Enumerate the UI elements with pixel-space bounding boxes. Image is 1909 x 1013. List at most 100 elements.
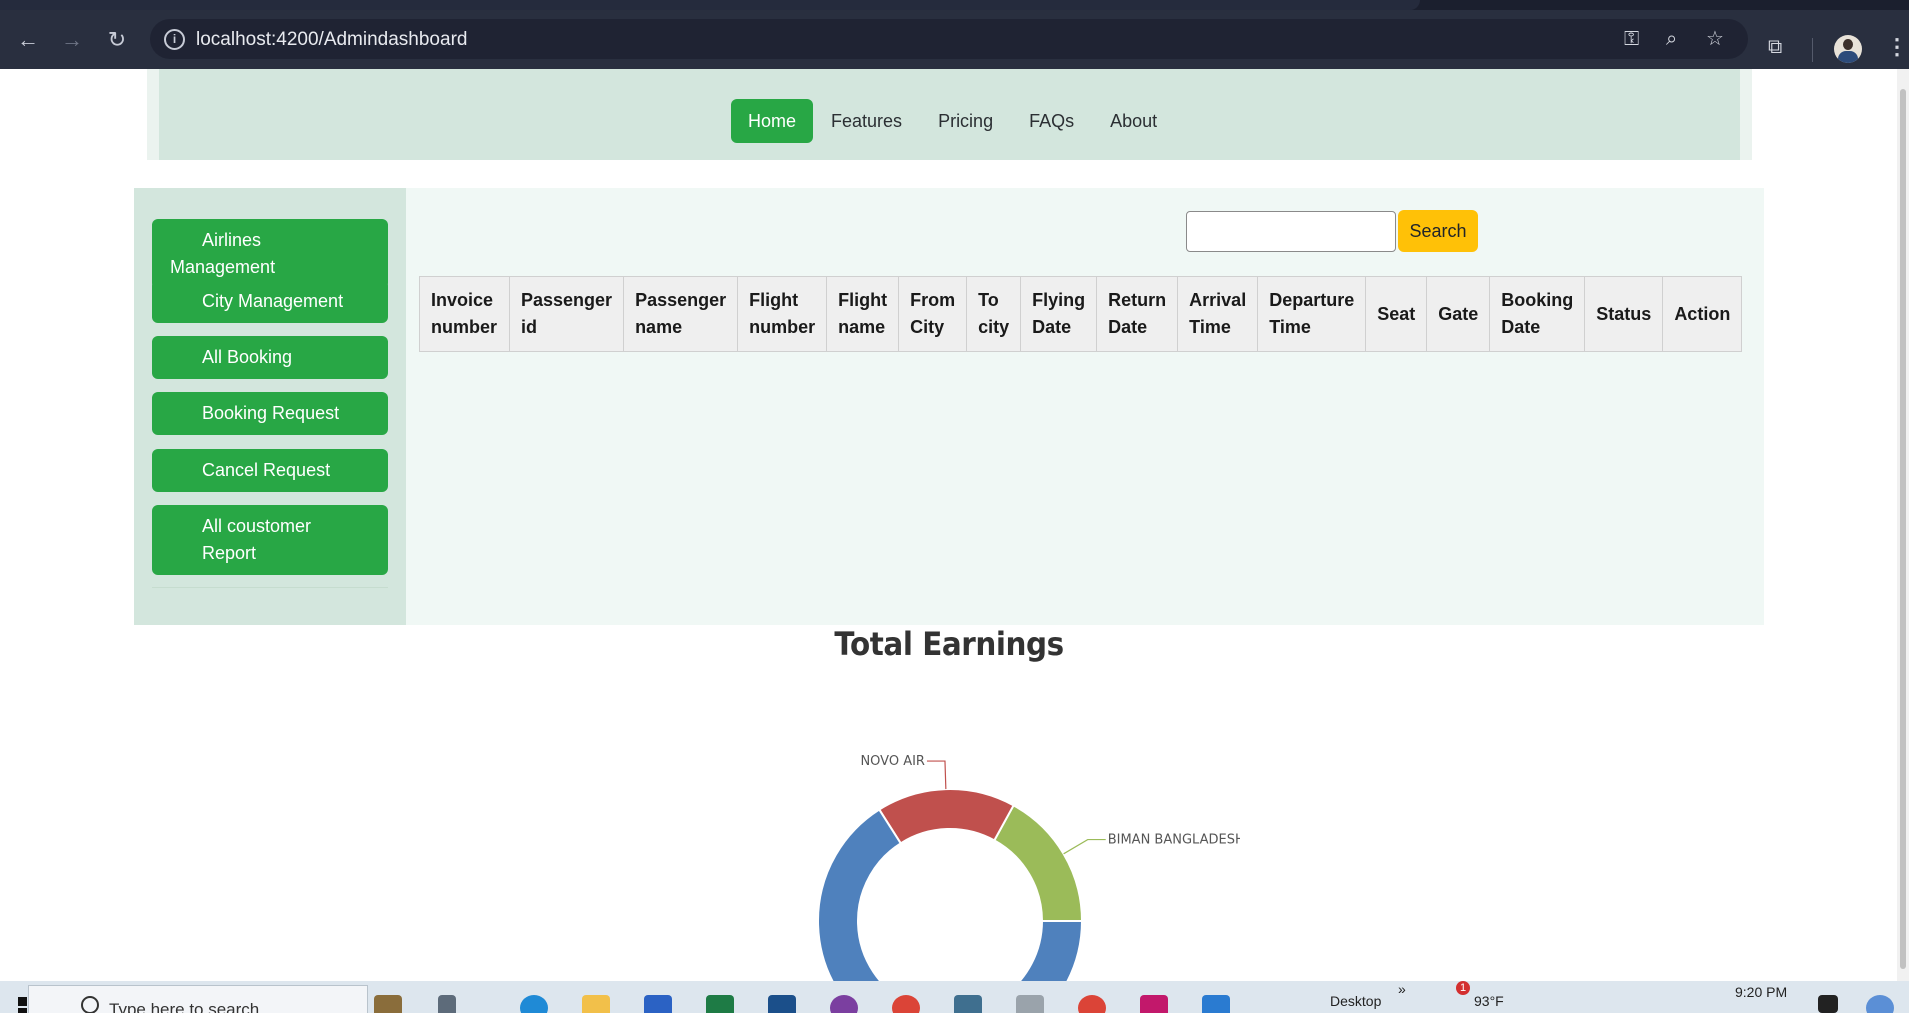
search-button[interactable]: Search [1398, 210, 1478, 252]
chart-title: Total Earnings [834, 625, 1064, 663]
column-header-text: number [749, 317, 816, 337]
table-header: Invoice number Passenger id Passenger name Fli… [419, 276, 1743, 352]
column-header: Booking Date [1489, 276, 1586, 352]
chart-slice-label: BIMAN BANGLADESH [1108, 833, 1240, 848]
column-header-text: name [838, 317, 886, 337]
column-header-text: Arrival [1189, 290, 1247, 310]
bookings-table: Invoice number Passenger id Passenger name Fli… [419, 276, 1743, 352]
column-header-text: From [910, 290, 956, 310]
address-bar[interactable]: i localhost:4200/Admindashboard ⚿ ⌕ ☆ [150, 19, 1748, 59]
reload-icon[interactable]: ↻ [103, 26, 131, 54]
scrollbar-thumb[interactable] [1900, 89, 1906, 969]
browser-menu-icon[interactable]: ⋮ [1886, 34, 1908, 60]
column-header: To city [966, 276, 1022, 352]
column-header: Action [1662, 276, 1743, 352]
taskbar-vscode-icon[interactable] [1202, 995, 1230, 1013]
taskbar-overflow-icon[interactable]: » [1398, 981, 1406, 997]
chart-slice[interactable] [992, 803, 1084, 922]
search-icon [81, 996, 99, 1013]
column-header: Return Date [1096, 276, 1179, 352]
dashboard-panel: Airlines Management City Management All … [134, 188, 1764, 625]
nav-about[interactable]: About [1092, 99, 1175, 143]
column-header-text: Time [1269, 317, 1311, 337]
taskbar-chrome2-icon[interactable] [1078, 995, 1106, 1013]
notifications-icon[interactable] [1818, 995, 1838, 1013]
taskbar-edge-icon[interactable] [520, 995, 548, 1013]
weather-temperature[interactable]: 93°F [1474, 993, 1504, 1009]
bookmark-star-icon[interactable]: ☆ [1706, 28, 1724, 50]
nav-faqs[interactable]: FAQs [1011, 99, 1092, 143]
taskbar-chrome-icon[interactable] [892, 995, 920, 1013]
column-header-text: Time [1189, 317, 1231, 337]
column-header-text: Seat [1377, 303, 1416, 324]
chart-label-leader [1063, 838, 1106, 855]
sidebar-all-customer-report[interactable]: All coustomer Report [152, 505, 388, 575]
taskbar-app-gray-icon[interactable] [1016, 995, 1044, 1013]
sidebar-all-booking[interactable]: All Booking [152, 336, 388, 379]
chart-slice[interactable] [877, 788, 1015, 845]
taskbar-file-explorer-icon[interactable] [582, 995, 610, 1013]
sidebar-airlines-management[interactable]: Airlines Management [152, 219, 388, 289]
taskbar-app-purple-icon[interactable] [830, 995, 858, 1013]
system-clock-time[interactable]: 9:20 PM [1735, 984, 1787, 1000]
browser-toolbar: ← → ↻ i localhost:4200/Admindashboard ⚿ … [0, 10, 1909, 69]
column-header: Seat [1365, 276, 1428, 352]
column-header-text: Invoice [431, 290, 494, 310]
column-header: From City [898, 276, 968, 352]
chart-slice-label: NOVO AIR [860, 754, 925, 769]
column-header-text: id [521, 317, 537, 337]
chart-label-leader [926, 760, 947, 790]
column-header-text: Departure [1269, 290, 1355, 310]
column-header: Status [1584, 276, 1664, 352]
column-header: Flight number [737, 276, 828, 352]
column-header-text: Passenger [635, 290, 727, 310]
taskbar-app-books-icon[interactable] [374, 995, 402, 1013]
page-scrollbar[interactable] [1897, 69, 1909, 981]
search-input[interactable] [1186, 211, 1396, 252]
column-header: Flight name [826, 276, 900, 352]
column-header-text: Flight [749, 290, 799, 310]
taskbar-task-view-icon[interactable] [438, 995, 456, 1013]
site-info-icon[interactable]: i [164, 29, 185, 50]
active-tab[interactable] [0, 0, 1420, 10]
copilot-icon[interactable] [1866, 995, 1894, 1013]
sidebar-city-management[interactable]: City Management [152, 280, 388, 323]
taskbar-excel-icon[interactable] [706, 995, 734, 1013]
sidebar-divider [152, 587, 388, 588]
column-header-text: Flight [838, 290, 888, 310]
column-header-text: Gate [1438, 303, 1479, 324]
nav-home[interactable]: Home [731, 99, 814, 143]
taskbar-search[interactable]: Type here to search [28, 985, 368, 1013]
taskbar-mail-icon[interactable] [768, 995, 796, 1013]
column-header-text: Flying [1032, 290, 1086, 310]
sidebar-booking-request[interactable]: Booking Request [152, 392, 388, 435]
taskbar-intellij-icon[interactable] [1140, 995, 1168, 1013]
profile-avatar[interactable] [1834, 35, 1862, 63]
nav-pricing[interactable]: Pricing [920, 99, 1011, 143]
page: Home Features Pricing FAQs About Airline… [0, 69, 1909, 981]
column-header: Gate [1426, 276, 1491, 352]
nav-links: Home Features Pricing FAQs About [731, 99, 1175, 143]
back-icon[interactable]: ← [14, 26, 42, 54]
column-header-text: To [978, 290, 999, 310]
extensions-icon[interactable]: ⧉ [1768, 36, 1782, 59]
password-key-icon[interactable]: ⚿ [1624, 28, 1639, 50]
nav-features[interactable]: Features [813, 99, 920, 143]
column-header: Departure Time [1257, 276, 1367, 352]
zoom-icon[interactable]: ⌕ [1666, 28, 1677, 50]
column-header-text: name [635, 317, 683, 337]
column-header: Passenger id [508, 276, 625, 352]
column-header: Flying Date [1020, 276, 1098, 352]
forward-icon[interactable]: → [58, 26, 86, 54]
taskbar-word-icon[interactable] [644, 995, 672, 1013]
column-header-text: city [978, 317, 1010, 337]
taskbar-mysql-icon[interactable] [954, 995, 982, 1013]
sidebar-cancel-request[interactable]: Cancel Request [152, 449, 388, 492]
column-header-text: Date [1501, 317, 1541, 337]
column-header-text: Passenger [521, 290, 613, 310]
url-text[interactable]: localhost:4200/Admindashboard [196, 29, 467, 51]
windows-taskbar: Type here to search Desktop » 1 93°F 9:2… [0, 981, 1909, 1013]
taskbar-desktop-label[interactable]: Desktop [1330, 993, 1381, 1009]
column-header: Arrival Time [1177, 276, 1259, 352]
column-header-text: Booking [1501, 290, 1574, 310]
